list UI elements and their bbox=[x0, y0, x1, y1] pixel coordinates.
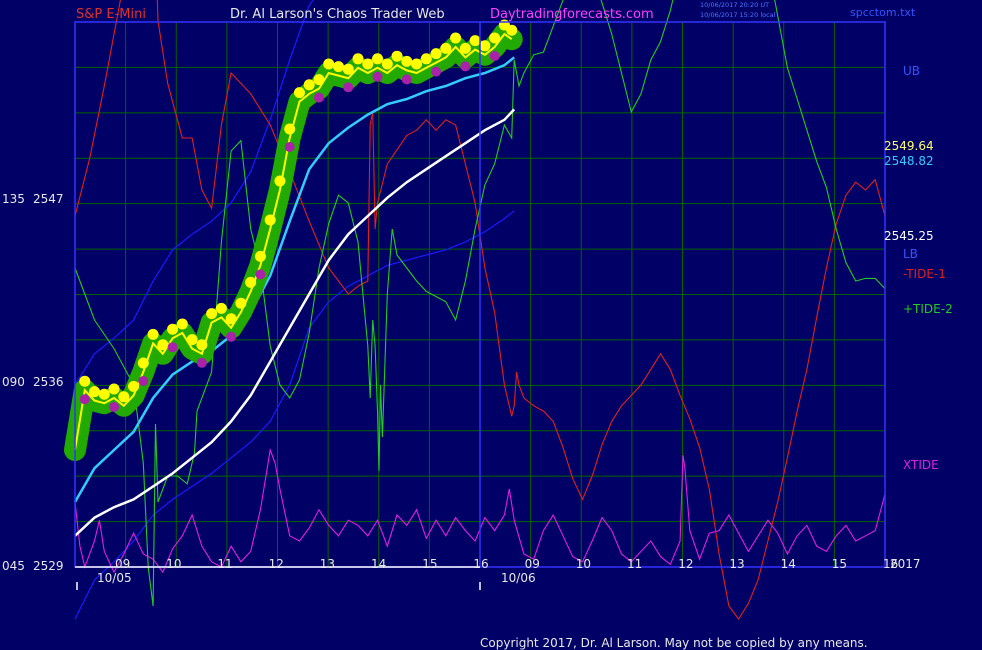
price-high-marker bbox=[274, 175, 286, 187]
date-label: 10/06 bbox=[501, 571, 536, 585]
price-high-marker bbox=[284, 123, 296, 135]
price-low-marker bbox=[372, 71, 383, 82]
price-high-marker bbox=[303, 79, 315, 91]
xtide-label: XTIDE bbox=[903, 458, 939, 472]
tide1-label: -TIDE-1 bbox=[903, 267, 946, 281]
data-file-name: spcctom.txt bbox=[850, 6, 916, 19]
timestamp-ut: 10/06/2017 20:20 UT bbox=[700, 1, 769, 9]
price-last-value: 2549.64 bbox=[884, 139, 934, 153]
price-high-marker bbox=[186, 334, 198, 346]
price-low-marker bbox=[343, 82, 354, 93]
price-high-marker bbox=[235, 297, 247, 309]
x-hour-tick: 12 bbox=[678, 557, 693, 571]
author-title: Dr. Al Larson's Chaos Trader Web bbox=[230, 7, 445, 22]
price-high-marker bbox=[147, 328, 159, 340]
x-hour-tick: 13 bbox=[729, 557, 744, 571]
x-hour-tick: 13 bbox=[320, 557, 335, 571]
x-hour-tick: 10 bbox=[576, 557, 591, 571]
timestamp-local: 10/06/2017 15:20 local bbox=[700, 11, 776, 19]
price-high-marker bbox=[293, 87, 305, 99]
x-hour-tick: 11 bbox=[627, 557, 642, 571]
price-high-marker bbox=[196, 339, 208, 351]
price-high-marker bbox=[157, 339, 169, 351]
x-hour-tick: 09 bbox=[115, 557, 130, 571]
price-low-marker bbox=[226, 331, 237, 342]
price-high-marker bbox=[332, 61, 344, 73]
site-link[interactable]: Daytradingforecasts.com bbox=[490, 7, 654, 22]
fast-ma-last-value: 2548.82 bbox=[884, 154, 934, 168]
price-high-marker bbox=[176, 318, 188, 330]
y-tick-index: 135 bbox=[2, 192, 25, 206]
price-high-marker bbox=[450, 32, 462, 44]
price-low-marker bbox=[313, 92, 324, 103]
price-high-marker bbox=[479, 40, 491, 52]
upper-band-label: UB bbox=[903, 64, 920, 78]
price-high-marker bbox=[245, 276, 257, 288]
price-low-marker bbox=[460, 61, 471, 72]
price-high-marker bbox=[137, 357, 149, 369]
copyright-notice: Copyright 2017, Dr. Al Larson. May not b… bbox=[480, 636, 868, 650]
price-high-marker bbox=[411, 58, 423, 70]
chaos-trader-chart: S&P E-Mini Dr. Al Larson's Chaos Trader … bbox=[0, 0, 982, 650]
y-tick-index: 090 bbox=[2, 375, 25, 389]
price-low-marker bbox=[138, 376, 149, 386]
y-tick-price: 2547 bbox=[33, 192, 64, 206]
x-hour-tick: 16 bbox=[473, 557, 488, 571]
price-high-marker bbox=[89, 386, 101, 398]
tide2-label: +TIDE-2 bbox=[903, 302, 953, 316]
year-label: 2017 bbox=[890, 557, 921, 571]
x-hour-tick: 12 bbox=[269, 557, 284, 571]
y-tick-price: 2529 bbox=[33, 559, 64, 573]
price-high-marker bbox=[225, 313, 237, 325]
price-low-marker bbox=[109, 402, 120, 412]
price-high-marker bbox=[420, 53, 432, 65]
price-high-marker bbox=[352, 53, 364, 65]
price-low-marker bbox=[489, 51, 500, 61]
price-low-marker bbox=[255, 269, 266, 280]
price-high-marker bbox=[254, 250, 266, 262]
price-high-marker bbox=[118, 391, 130, 403]
price-high-marker bbox=[215, 302, 227, 314]
price-high-marker bbox=[459, 42, 471, 54]
price-high-marker bbox=[108, 383, 120, 395]
date-label: 10/05 bbox=[97, 571, 132, 585]
x-hour-tick: 10 bbox=[166, 557, 181, 571]
price-high-marker bbox=[313, 74, 325, 86]
price-high-marker bbox=[401, 55, 413, 67]
price-low-marker bbox=[401, 74, 412, 85]
price-low-marker bbox=[167, 342, 178, 353]
price-high-marker bbox=[264, 214, 276, 226]
x-hour-tick: 14 bbox=[371, 557, 386, 571]
price-high-marker bbox=[362, 58, 374, 70]
price-high-marker bbox=[98, 388, 110, 400]
price-high-marker bbox=[469, 35, 481, 47]
price-high-marker bbox=[323, 58, 335, 70]
price-high-marker bbox=[206, 308, 218, 320]
price-high-marker bbox=[391, 50, 403, 62]
x-hour-tick: 15 bbox=[422, 557, 437, 571]
price-high-marker bbox=[381, 58, 393, 70]
price-high-marker bbox=[372, 53, 384, 65]
y-tick-price: 2536 bbox=[33, 375, 64, 389]
lower-band-label: LB bbox=[903, 247, 918, 261]
slow-ma-last-value: 2545.25 bbox=[884, 229, 934, 243]
price-high-marker bbox=[167, 323, 179, 335]
x-hour-tick: 15 bbox=[832, 557, 847, 571]
price-low-marker bbox=[431, 66, 442, 77]
x-hour-tick: 09 bbox=[525, 557, 540, 571]
symbol-title: S&P E-Mini bbox=[76, 7, 146, 22]
price-high-marker bbox=[128, 380, 140, 392]
price-low-marker bbox=[79, 394, 90, 405]
x-hour-tick: 14 bbox=[781, 557, 796, 571]
price-high-marker bbox=[506, 24, 518, 36]
price-high-marker bbox=[440, 42, 452, 54]
price-high-marker bbox=[342, 63, 354, 75]
price-high-marker bbox=[489, 32, 501, 44]
price-high-marker bbox=[430, 48, 442, 60]
y-tick-index: 045 bbox=[2, 559, 25, 573]
price-low-marker bbox=[196, 357, 207, 368]
x-hour-tick: 11 bbox=[217, 557, 232, 571]
price-high-marker bbox=[79, 375, 91, 387]
price-low-marker bbox=[284, 142, 295, 152]
